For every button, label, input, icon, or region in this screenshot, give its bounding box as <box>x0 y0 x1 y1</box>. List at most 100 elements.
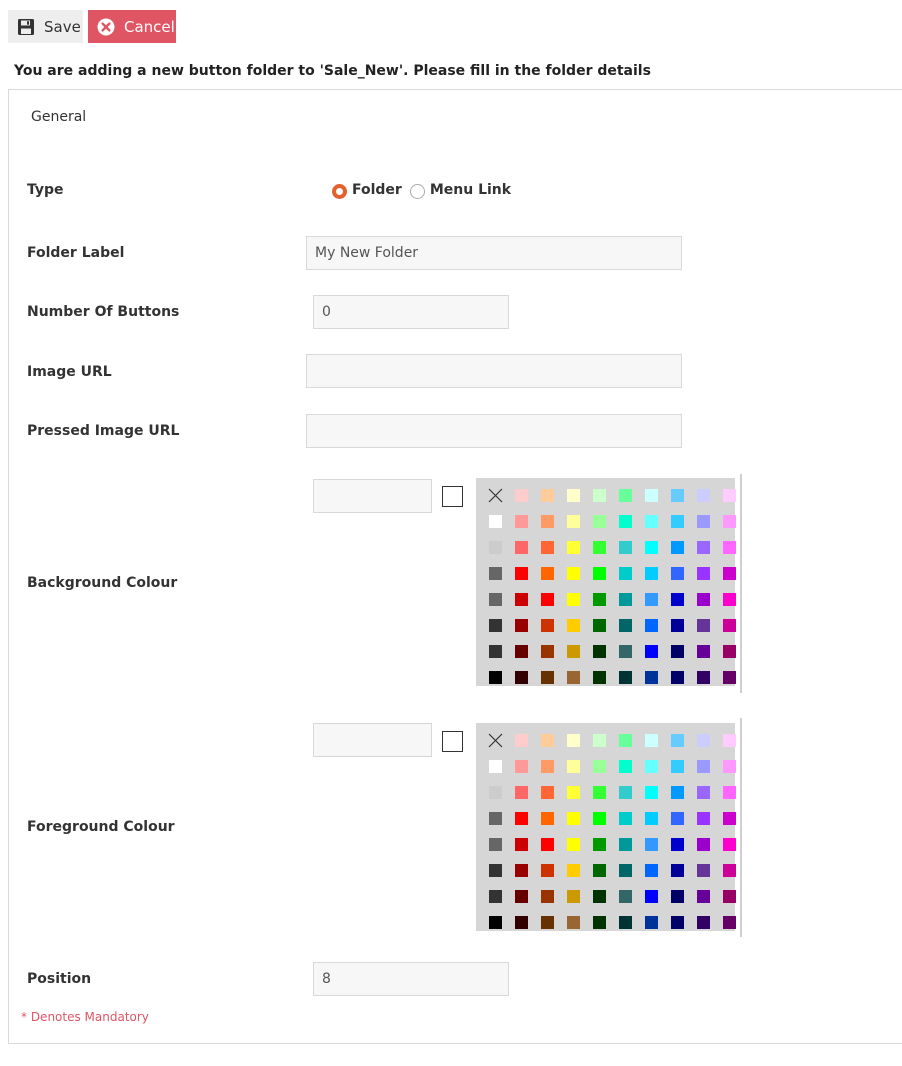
colour-swatch[interactable] <box>664 909 690 935</box>
colour-swatch[interactable] <box>560 560 586 586</box>
number-of-buttons-input[interactable]: 0 <box>313 295 509 329</box>
colour-swatch[interactable] <box>586 727 612 753</box>
colour-swatch[interactable] <box>586 779 612 805</box>
colour-swatch[interactable] <box>612 779 638 805</box>
colour-swatch[interactable] <box>534 805 560 831</box>
colour-swatch[interactable] <box>560 664 586 690</box>
colour-swatch[interactable] <box>508 831 534 857</box>
colour-swatch[interactable] <box>638 857 664 883</box>
colour-swatch[interactable] <box>690 883 716 909</box>
colour-swatch[interactable] <box>638 638 664 664</box>
colour-swatch[interactable] <box>638 779 664 805</box>
no-colour-swatch[interactable] <box>482 727 508 753</box>
colour-swatch[interactable] <box>690 753 716 779</box>
colour-swatch[interactable] <box>638 727 664 753</box>
radio-menu-link[interactable] <box>409 184 425 199</box>
colour-swatch[interactable] <box>560 883 586 909</box>
colour-swatch[interactable] <box>664 508 690 534</box>
colour-swatch[interactable] <box>716 805 742 831</box>
colour-swatch[interactable] <box>508 883 534 909</box>
colour-swatch[interactable] <box>612 638 638 664</box>
colour-swatch[interactable] <box>638 534 664 560</box>
colour-swatch[interactable] <box>716 482 742 508</box>
colour-swatch[interactable] <box>482 805 508 831</box>
colour-swatch[interactable] <box>508 508 534 534</box>
colour-swatch[interactable] <box>612 612 638 638</box>
colour-swatch[interactable] <box>534 586 560 612</box>
colour-swatch[interactable] <box>716 638 742 664</box>
image-url-input[interactable] <box>306 354 682 388</box>
colour-swatch[interactable] <box>508 779 534 805</box>
colour-swatch[interactable] <box>586 612 612 638</box>
colour-swatch[interactable] <box>586 857 612 883</box>
colour-swatch[interactable] <box>638 883 664 909</box>
colour-swatch[interactable] <box>482 586 508 612</box>
colour-swatch[interactable] <box>482 753 508 779</box>
colour-swatch[interactable] <box>690 560 716 586</box>
colour-swatch[interactable] <box>534 638 560 664</box>
colour-swatch[interactable] <box>508 857 534 883</box>
colour-swatch[interactable] <box>638 753 664 779</box>
colour-swatch[interactable] <box>560 909 586 935</box>
colour-swatch[interactable] <box>690 831 716 857</box>
colour-swatch[interactable] <box>716 560 742 586</box>
colour-swatch[interactable] <box>560 857 586 883</box>
colour-swatch[interactable] <box>638 482 664 508</box>
colour-swatch[interactable] <box>560 831 586 857</box>
colour-swatch[interactable] <box>508 638 534 664</box>
colour-swatch[interactable] <box>534 727 560 753</box>
colour-swatch[interactable] <box>638 586 664 612</box>
colour-swatch[interactable] <box>664 534 690 560</box>
save-button[interactable]: Save <box>8 10 83 43</box>
colour-swatch[interactable] <box>664 612 690 638</box>
colour-swatch[interactable] <box>664 586 690 612</box>
colour-swatch[interactable] <box>664 727 690 753</box>
colour-swatch[interactable] <box>508 482 534 508</box>
colour-swatch[interactable] <box>586 534 612 560</box>
colour-swatch[interactable] <box>664 857 690 883</box>
colour-swatch[interactable] <box>560 727 586 753</box>
colour-swatch[interactable] <box>690 909 716 935</box>
colour-swatch[interactable] <box>508 534 534 560</box>
position-input[interactable]: 8 <box>313 962 509 996</box>
colour-swatch[interactable] <box>534 612 560 638</box>
colour-swatch[interactable] <box>690 857 716 883</box>
colour-swatch[interactable] <box>716 909 742 935</box>
foreground-colour-swatch[interactable] <box>442 731 463 752</box>
colour-swatch[interactable] <box>716 612 742 638</box>
colour-swatch[interactable] <box>612 560 638 586</box>
colour-swatch[interactable] <box>534 508 560 534</box>
colour-swatch[interactable] <box>586 638 612 664</box>
tab-general[interactable]: General <box>31 109 86 125</box>
colour-swatch[interactable] <box>638 508 664 534</box>
colour-swatch[interactable] <box>664 883 690 909</box>
colour-swatch[interactable] <box>534 482 560 508</box>
colour-swatch[interactable] <box>534 534 560 560</box>
colour-swatch[interactable] <box>638 612 664 638</box>
pressed-image-url-input[interactable] <box>306 414 682 448</box>
colour-swatch[interactable] <box>664 638 690 664</box>
colour-swatch[interactable] <box>482 664 508 690</box>
colour-swatch[interactable] <box>716 831 742 857</box>
colour-swatch[interactable] <box>508 612 534 638</box>
colour-swatch[interactable] <box>560 508 586 534</box>
colour-swatch[interactable] <box>560 482 586 508</box>
radio-folder-label[interactable]: Folder <box>352 182 402 198</box>
colour-swatch[interactable] <box>586 560 612 586</box>
colour-swatch[interactable] <box>612 909 638 935</box>
colour-swatch[interactable] <box>690 586 716 612</box>
colour-swatch[interactable] <box>664 779 690 805</box>
colour-swatch[interactable] <box>560 586 586 612</box>
colour-swatch[interactable] <box>586 883 612 909</box>
colour-swatch[interactable] <box>716 586 742 612</box>
colour-swatch[interactable] <box>508 586 534 612</box>
colour-swatch[interactable] <box>534 857 560 883</box>
colour-swatch[interactable] <box>482 612 508 638</box>
radio-menu-link-label[interactable]: Menu Link <box>430 182 511 198</box>
colour-swatch[interactable] <box>612 534 638 560</box>
colour-swatch[interactable] <box>586 753 612 779</box>
colour-swatch[interactable] <box>586 805 612 831</box>
colour-swatch[interactable] <box>612 883 638 909</box>
background-colour-swatch[interactable] <box>442 486 463 507</box>
colour-swatch[interactable] <box>586 482 612 508</box>
